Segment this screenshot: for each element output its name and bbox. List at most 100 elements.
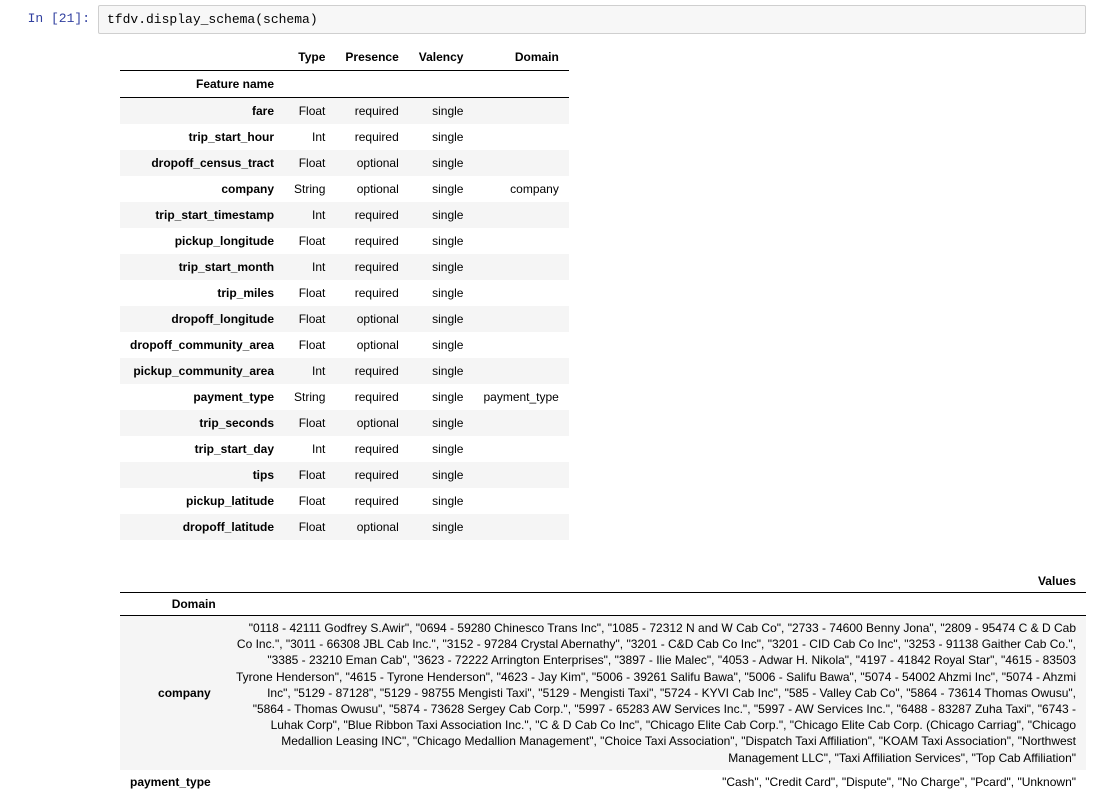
feature-presence: optional xyxy=(335,176,408,202)
domain-header-row: Values xyxy=(120,570,1086,593)
prompt-number: 21 xyxy=(59,11,75,26)
feature-valency: single xyxy=(409,280,474,306)
feature-type: Float xyxy=(284,280,335,306)
table-row: pickup_longitudeFloatrequiredsingle xyxy=(120,228,569,254)
feature-domain xyxy=(473,98,568,125)
feature-name: trip_start_day xyxy=(120,436,284,462)
feature-valency: single xyxy=(409,124,474,150)
table-row: dropoff_longitudeFloatoptionalsingle xyxy=(120,306,569,332)
feature-name: pickup_community_area xyxy=(120,358,284,384)
feature-domain xyxy=(473,280,568,306)
domain-corner-blank xyxy=(120,570,226,593)
table-row: pickup_latitudeFloatrequiredsingle xyxy=(120,488,569,514)
domain-name: payment_type xyxy=(120,770,226,794)
table-row: trip_start_timestampIntrequiredsingle xyxy=(120,202,569,228)
feature-domain xyxy=(473,488,568,514)
feature-presence: required xyxy=(335,98,408,125)
feature-valency: single xyxy=(409,436,474,462)
feature-presence: required xyxy=(335,384,408,410)
schema-col-presence: Presence xyxy=(335,44,408,71)
feature-valency: single xyxy=(409,150,474,176)
feature-name: pickup_latitude xyxy=(120,488,284,514)
feature-type: String xyxy=(284,384,335,410)
input-prompt: In [21]: xyxy=(5,5,98,30)
feature-domain: company xyxy=(473,176,568,202)
feature-name: trip_start_timestamp xyxy=(120,202,284,228)
feature-name: pickup_longitude xyxy=(120,228,284,254)
feature-presence: required xyxy=(335,436,408,462)
feature-valency: single xyxy=(409,228,474,254)
table-row: trip_milesFloatrequiredsingle xyxy=(120,280,569,306)
feature-domain xyxy=(473,358,568,384)
feature-presence: required xyxy=(335,488,408,514)
feature-valency: single xyxy=(409,514,474,540)
feature-name: dropoff_longitude xyxy=(120,306,284,332)
table-row: company"0118 - 42111 Godfrey S.Awir", "0… xyxy=(120,616,1086,770)
feature-valency: single xyxy=(409,176,474,202)
prompt-prefix: In [ xyxy=(28,11,59,26)
feature-type: Float xyxy=(284,462,335,488)
feature-presence: required xyxy=(335,124,408,150)
table-row: trip_start_dayIntrequiredsingle xyxy=(120,436,569,462)
feature-domain xyxy=(473,410,568,436)
feature-name: dropoff_community_area xyxy=(120,332,284,358)
table-row: trip_start_hourIntrequiredsingle xyxy=(120,124,569,150)
feature-type: Float xyxy=(284,228,335,254)
feature-domain xyxy=(473,228,568,254)
feature-domain xyxy=(473,150,568,176)
feature-type: Float xyxy=(284,514,335,540)
feature-name: dropoff_census_tract xyxy=(120,150,284,176)
feature-valency: single xyxy=(409,462,474,488)
feature-presence: optional xyxy=(335,306,408,332)
feature-type: Float xyxy=(284,98,335,125)
feature-domain xyxy=(473,332,568,358)
feature-name: trip_start_hour xyxy=(120,124,284,150)
feature-type: String xyxy=(284,176,335,202)
domain-row-header-label: Domain xyxy=(120,593,226,616)
feature-presence: required xyxy=(335,202,408,228)
feature-type: Float xyxy=(284,332,335,358)
feature-name: fare xyxy=(120,98,284,125)
feature-domain xyxy=(473,124,568,150)
schema-col-domain: Domain xyxy=(473,44,568,71)
feature-name: payment_type xyxy=(120,384,284,410)
table-row: pickup_community_areaIntrequiredsingle xyxy=(120,358,569,384)
feature-valency: single xyxy=(409,488,474,514)
table-row: payment_type"Cash", "Credit Card", "Disp… xyxy=(120,770,1086,794)
feature-domain xyxy=(473,306,568,332)
feature-presence: optional xyxy=(335,410,408,436)
table-row: tipsFloatrequiredsingle xyxy=(120,462,569,488)
feature-presence: optional xyxy=(335,514,408,540)
feature-valency: single xyxy=(409,202,474,228)
domain-table: Values Domain company"0118 - 42111 Godfr… xyxy=(120,570,1086,794)
schema-header-row: Type Presence Valency Domain xyxy=(120,44,569,71)
schema-corner-blank xyxy=(120,44,284,71)
code-input[interactable]: tfdv.display_schema(schema) xyxy=(98,5,1086,34)
feature-domain xyxy=(473,514,568,540)
feature-valency: single xyxy=(409,254,474,280)
table-row: trip_secondsFloatoptionalsingle xyxy=(120,410,569,436)
domain-name: company xyxy=(120,616,226,770)
feature-presence: optional xyxy=(335,150,408,176)
domain-values: "Cash", "Credit Card", "Dispute", "No Ch… xyxy=(226,770,1086,794)
domain-values-header: Values xyxy=(226,570,1086,593)
feature-presence: required xyxy=(335,228,408,254)
feature-name: company xyxy=(120,176,284,202)
feature-type: Float xyxy=(284,410,335,436)
feature-type: Float xyxy=(284,150,335,176)
feature-name: trip_miles xyxy=(120,280,284,306)
feature-valency: single xyxy=(409,332,474,358)
table-row: fareFloatrequiredsingle xyxy=(120,98,569,125)
feature-presence: required xyxy=(335,462,408,488)
feature-domain xyxy=(473,462,568,488)
output-area: Type Presence Valency Domain Feature nam… xyxy=(90,34,1086,794)
feature-name: trip_start_month xyxy=(120,254,284,280)
feature-valency: single xyxy=(409,98,474,125)
feature-type: Float xyxy=(284,488,335,514)
feature-type: Int xyxy=(284,358,335,384)
input-cell: In [21]: tfdv.display_schema(schema) xyxy=(5,5,1106,34)
feature-presence: optional xyxy=(335,332,408,358)
schema-row-header-label: Feature name xyxy=(120,71,284,98)
schema-col-valency: Valency xyxy=(409,44,474,71)
feature-type: Int xyxy=(284,124,335,150)
